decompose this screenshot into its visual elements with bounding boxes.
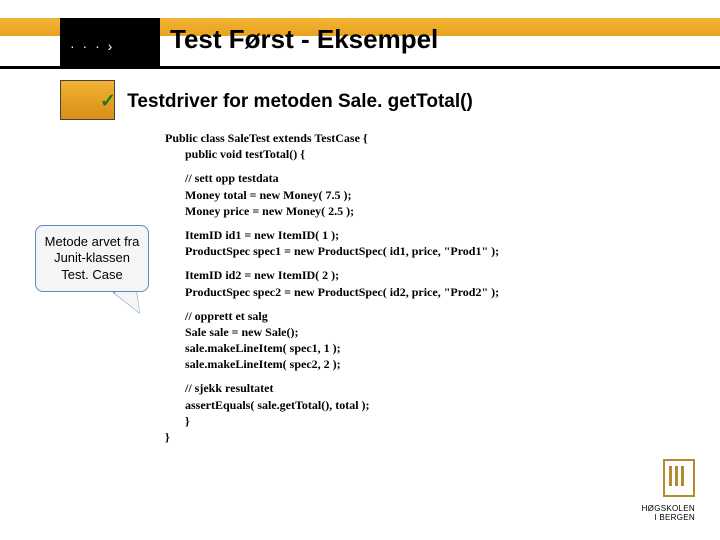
code-line: // opprett et salg <box>185 308 645 324</box>
callout-box: Metode arvet fra Junit-klassen Test. Cas… <box>35 225 149 292</box>
code-line: // sett opp testdata <box>185 170 645 186</box>
code-line: Sale sale = new Sale(); <box>185 324 645 340</box>
code-line: Money price = new Money( 2.5 ); <box>185 203 645 219</box>
checkmark-icon: ✓ <box>100 91 116 112</box>
logo-text-line2: I BERGEN <box>642 513 695 522</box>
code-line: public void testTotal() { <box>185 146 645 162</box>
code-line: ItemID id2 = new ItemID( 2 ); <box>185 267 645 283</box>
logo: HØGSKOLEN I BERGEN <box>642 459 695 522</box>
code-block: Public class SaleTest extends TestCase {… <box>165 130 645 445</box>
code-line: ProductSpec spec2 = new ProductSpec( id2… <box>185 284 645 300</box>
code-line: } <box>165 430 170 444</box>
bullet-line: ✓ Testdriver for metoden Sale. getTotal(… <box>100 90 473 113</box>
code-line: sale.makeLineItem( spec1, 1 ); <box>185 340 645 356</box>
code-line: ItemID id1 = new ItemID( 1 ); <box>185 227 645 243</box>
bullet-text: Testdriver for metoden Sale. getTotal() <box>127 91 473 112</box>
code-line: Public class SaleTest extends TestCase { <box>165 131 368 145</box>
code-line: // sjekk resultatet <box>185 380 645 396</box>
logo-text-line1: HØGSKOLEN <box>642 504 695 513</box>
code-line: Money total = new Money( 7.5 ); <box>185 187 645 203</box>
title-bar: · · · › Test Først - Eksempel <box>0 18 720 66</box>
logo-icon <box>663 459 695 497</box>
title-underline <box>0 66 720 69</box>
code-line: assertEquals( sale.getTotal(), total ); <box>185 397 645 413</box>
slide-title: Test Først - Eksempel <box>170 24 438 55</box>
code-line: } <box>185 413 645 429</box>
code-line: sale.makeLineItem( spec2, 2 ); <box>185 356 645 372</box>
code-line: ProductSpec spec1 = new ProductSpec( id1… <box>185 243 645 259</box>
dots-arrow-icon: · · · › <box>70 38 114 54</box>
